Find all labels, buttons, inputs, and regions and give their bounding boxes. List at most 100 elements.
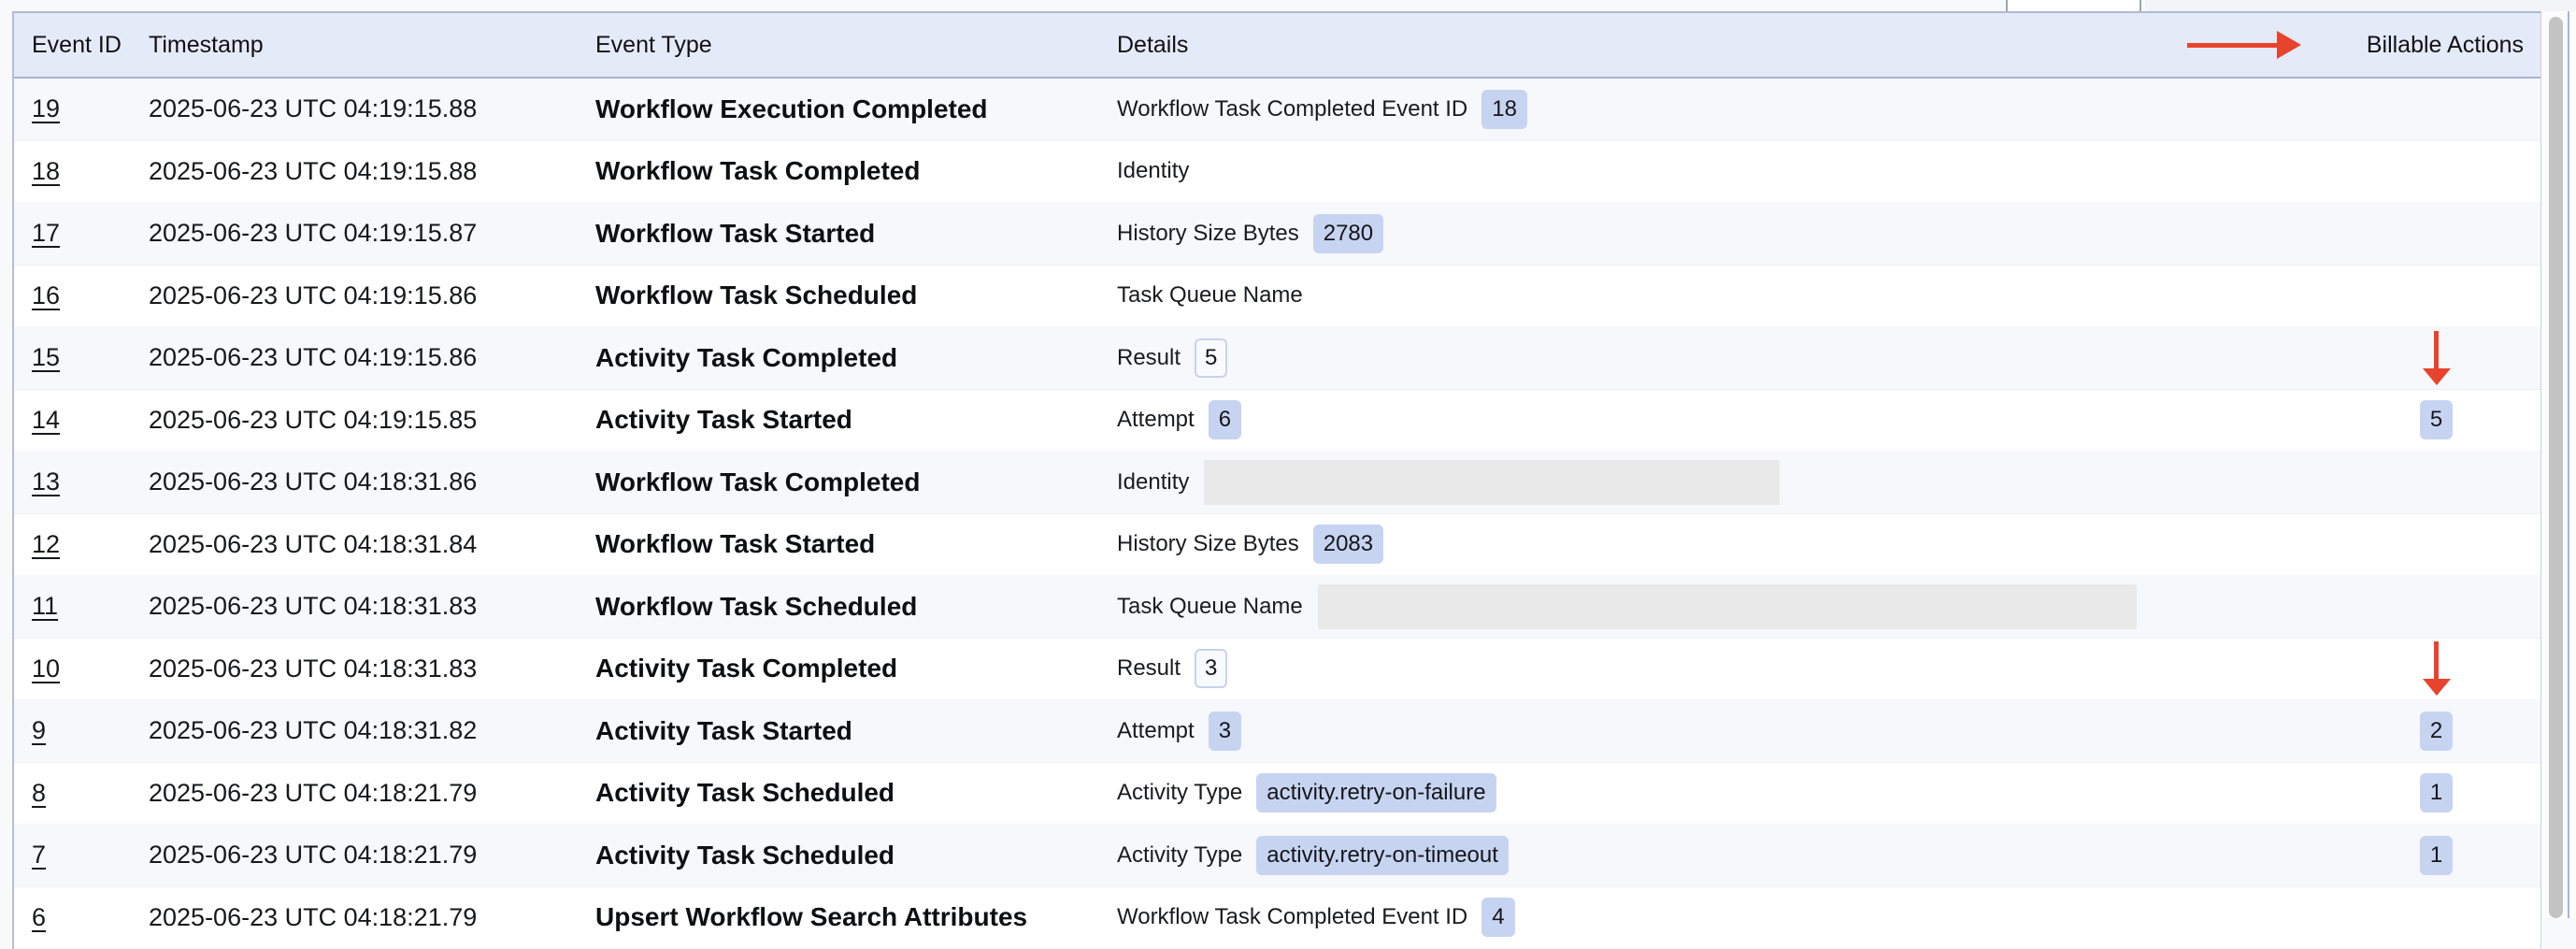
billable-count-badge: 5 bbox=[2420, 400, 2453, 439]
column-header-billable-actions: Billable Actions bbox=[2285, 32, 2540, 59]
event-type: Activity Task Completed bbox=[595, 654, 897, 683]
event-type: Upsert Workflow Search Attributes bbox=[595, 902, 1027, 932]
event-type: Workflow Task Completed bbox=[595, 156, 920, 186]
detail-value-badge: 6 bbox=[1209, 400, 1241, 439]
cropped-control-right bbox=[2145, 0, 2576, 11]
table-row[interactable]: 19 2025-06-23 UTC 04:19:15.88 Workflow E… bbox=[14, 79, 2540, 141]
event-id-link[interactable]: 19 bbox=[32, 94, 60, 123]
column-header-event-type: Event Type bbox=[595, 32, 1117, 59]
timestamp: 2025-06-23 UTC 04:19:15.86 bbox=[149, 343, 477, 372]
detail-label: Task Queue Name bbox=[1117, 282, 1303, 309]
timestamp: 2025-06-23 UTC 04:18:21.79 bbox=[149, 841, 477, 870]
timestamp: 2025-06-23 UTC 04:19:15.85 bbox=[149, 406, 477, 435]
table-row[interactable]: 10 2025-06-23 UTC 04:18:31.83 Activity T… bbox=[14, 639, 2540, 701]
event-type: Activity Task Started bbox=[595, 716, 852, 746]
timestamp: 2025-06-23 UTC 04:18:21.79 bbox=[149, 779, 477, 808]
detail-label: Activity Type bbox=[1117, 842, 1242, 869]
event-type: Workflow Task Scheduled bbox=[595, 592, 917, 622]
event-type: Activity Task Scheduled bbox=[595, 841, 894, 870]
event-type: Workflow Task Completed bbox=[595, 467, 920, 497]
detail-label: Workflow Task Completed Event ID bbox=[1117, 904, 1467, 930]
table-row[interactable]: 8 2025-06-23 UTC 04:18:21.79 Activity Ta… bbox=[14, 763, 2540, 826]
cropped-control bbox=[2006, 0, 2141, 11]
event-type: Workflow Execution Completed bbox=[595, 94, 988, 124]
event-id-link[interactable]: 17 bbox=[32, 219, 60, 248]
detail-value-badge: activity.retry-on-failure bbox=[1256, 773, 1496, 812]
detail-value-badge: activity.retry-on-timeout bbox=[1256, 836, 1509, 875]
table-row[interactable]: 15 2025-06-23 UTC 04:19:15.86 Activity T… bbox=[14, 327, 2540, 390]
column-header-event-id: Event ID bbox=[14, 32, 149, 59]
detail-value-badge: 18 bbox=[1481, 90, 1527, 129]
detail-value-badge: 4 bbox=[1481, 898, 1514, 937]
red-down-arrow-icon bbox=[2423, 641, 2451, 696]
timestamp: 2025-06-23 UTC 04:18:21.79 bbox=[149, 903, 477, 932]
event-id-link[interactable]: 12 bbox=[32, 530, 60, 559]
event-history-table: Event ID Timestamp Event Type Details Bi… bbox=[12, 11, 2541, 949]
cropped-toolbar-strip bbox=[0, 0, 2576, 11]
table-row[interactable]: 7 2025-06-23 UTC 04:18:21.79 Activity Ta… bbox=[14, 825, 2540, 887]
table-row[interactable]: 17 2025-06-23 UTC 04:19:15.87 Workflow T… bbox=[14, 203, 2540, 266]
column-header-details: Details bbox=[1117, 32, 2285, 59]
event-type: Activity Task Scheduled bbox=[595, 778, 894, 808]
scrollbar[interactable] bbox=[2549, 17, 2563, 918]
event-id-link[interactable]: 14 bbox=[32, 406, 60, 435]
timestamp: 2025-06-23 UTC 04:19:15.87 bbox=[149, 219, 477, 248]
table-row[interactable]: 9 2025-06-23 UTC 04:18:31.82 Activity Ta… bbox=[14, 700, 2540, 763]
detail-label: Attempt bbox=[1117, 407, 1195, 433]
detail-label: History Size Bytes bbox=[1117, 221, 1299, 247]
table-body: 19 2025-06-23 UTC 04:19:15.88 Workflow E… bbox=[14, 79, 2540, 949]
redacted-value bbox=[1318, 584, 2137, 629]
billable-count-badge: 2 bbox=[2420, 712, 2453, 751]
detail-label: History Size Bytes bbox=[1117, 531, 1299, 557]
event-id-link[interactable]: 18 bbox=[32, 157, 60, 186]
event-id-link[interactable]: 9 bbox=[32, 716, 46, 745]
detail-label: Identity bbox=[1117, 158, 1189, 184]
detail-label: Result bbox=[1117, 655, 1181, 682]
event-id-link[interactable]: 13 bbox=[32, 467, 60, 496]
event-id-link[interactable]: 15 bbox=[32, 343, 60, 372]
table-header-row: Event ID Timestamp Event Type Details Bi… bbox=[14, 13, 2540, 79]
table-row[interactable]: 14 2025-06-23 UTC 04:19:15.85 Activity T… bbox=[14, 390, 2540, 453]
timestamp: 2025-06-23 UTC 04:18:31.83 bbox=[149, 654, 477, 683]
timestamp: 2025-06-23 UTC 04:18:31.83 bbox=[149, 592, 477, 621]
detail-label: Result bbox=[1117, 345, 1181, 371]
timestamp: 2025-06-23 UTC 04:19:15.88 bbox=[149, 157, 477, 186]
event-id-link[interactable]: 8 bbox=[32, 779, 46, 808]
event-type: Workflow Task Started bbox=[595, 529, 875, 559]
panel-right-border bbox=[2568, 11, 2569, 918]
timestamp: 2025-06-23 UTC 04:18:31.84 bbox=[149, 530, 477, 559]
timestamp: 2025-06-23 UTC 04:19:15.86 bbox=[149, 281, 477, 310]
detail-label: Workflow Task Completed Event ID bbox=[1117, 96, 1467, 122]
timestamp: 2025-06-23 UTC 04:18:31.86 bbox=[149, 467, 477, 496]
timestamp: 2025-06-23 UTC 04:18:31.82 bbox=[149, 716, 477, 745]
event-type: Workflow Task Scheduled bbox=[595, 280, 917, 310]
table-row[interactable]: 18 2025-06-23 UTC 04:19:15.88 Workflow T… bbox=[14, 141, 2540, 204]
table-row[interactable]: 12 2025-06-23 UTC 04:18:31.84 Workflow T… bbox=[14, 514, 2540, 577]
event-id-link[interactable]: 6 bbox=[32, 903, 46, 932]
redacted-value bbox=[1204, 460, 1780, 505]
event-id-link[interactable]: 10 bbox=[32, 654, 60, 683]
table-row[interactable]: 13 2025-06-23 UTC 04:18:31.86 Workflow T… bbox=[14, 452, 2540, 514]
timestamp: 2025-06-23 UTC 04:19:15.88 bbox=[149, 94, 477, 123]
event-id-link[interactable]: 7 bbox=[32, 841, 46, 870]
event-type: Activity Task Started bbox=[595, 405, 852, 435]
red-right-arrow-icon bbox=[2187, 31, 2301, 59]
detail-label: Task Queue Name bbox=[1117, 594, 1303, 620]
event-type: Activity Task Completed bbox=[595, 343, 897, 373]
detail-label: Identity bbox=[1117, 469, 1189, 496]
column-header-timestamp: Timestamp bbox=[149, 32, 595, 59]
billable-count-badge: 1 bbox=[2420, 836, 2453, 875]
event-type: Workflow Task Started bbox=[595, 219, 875, 249]
event-id-link[interactable]: 11 bbox=[32, 592, 58, 621]
detail-value-badge: 2083 bbox=[1313, 525, 1383, 564]
billable-count-badge: 1 bbox=[2420, 773, 2453, 812]
table-row[interactable]: 11 2025-06-23 UTC 04:18:31.83 Workflow T… bbox=[14, 576, 2540, 639]
detail-value-badge: 3 bbox=[1209, 712, 1241, 751]
detail-value-badge: 5 bbox=[1195, 338, 1227, 378]
detail-label: Attempt bbox=[1117, 718, 1195, 744]
event-id-link[interactable]: 16 bbox=[32, 281, 60, 310]
detail-value-badge: 3 bbox=[1195, 649, 1227, 688]
table-row[interactable]: 16 2025-06-23 UTC 04:19:15.86 Workflow T… bbox=[14, 266, 2540, 328]
detail-value-badge: 2780 bbox=[1313, 214, 1383, 253]
red-down-arrow-icon bbox=[2423, 331, 2451, 385]
